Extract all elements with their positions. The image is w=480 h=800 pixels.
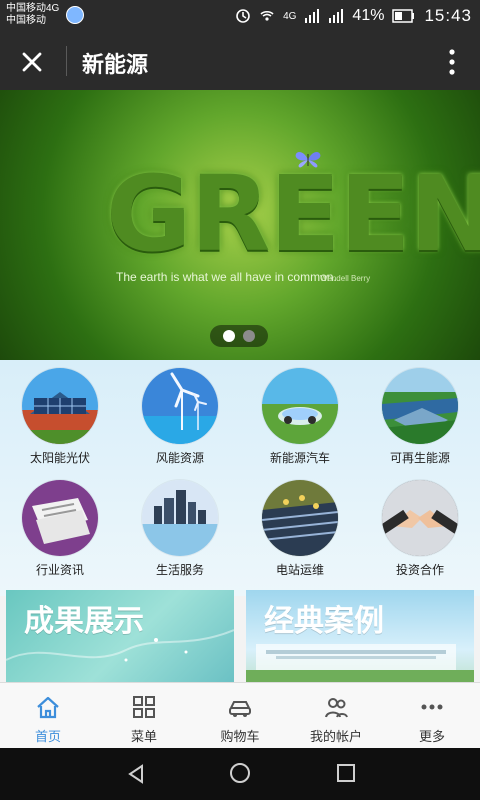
tab-more[interactable]: 更多 bbox=[384, 683, 480, 749]
tab-label: 首页 bbox=[34, 729, 61, 744]
header-divider bbox=[66, 46, 67, 76]
butterfly-icon bbox=[295, 152, 321, 168]
ev-car-icon bbox=[262, 368, 338, 444]
close-icon[interactable] bbox=[18, 48, 46, 76]
category-news[interactable]: 行业资讯 bbox=[0, 472, 120, 580]
bottom-tab-bar: 首页 菜单 购物车 我的帐户 更多 bbox=[0, 682, 480, 749]
tab-menu[interactable]: 菜单 bbox=[96, 683, 192, 749]
renewable-field-icon bbox=[382, 368, 458, 444]
banner-headline: GREEN bbox=[106, 153, 480, 275]
network-4g-label: 4G bbox=[283, 10, 297, 22]
category-ev[interactable]: 新能源汽车 bbox=[240, 360, 360, 468]
tab-label: 购物车 bbox=[220, 729, 260, 744]
city-icon bbox=[142, 480, 218, 556]
grid-menu-icon bbox=[133, 696, 155, 718]
handshake-icon bbox=[382, 480, 458, 556]
category-solar[interactable]: 太阳能光伏 bbox=[0, 360, 120, 468]
carousel-indicator[interactable] bbox=[210, 325, 268, 347]
promo-pattern-icon bbox=[6, 629, 234, 662]
category-label: 可再生能源 bbox=[389, 451, 450, 465]
category-station-ops[interactable]: 电站运维 bbox=[240, 472, 360, 580]
category-wind[interactable]: 风能资源 bbox=[120, 360, 240, 468]
banner-author: Wendell Berry bbox=[320, 274, 371, 283]
category-investment[interactable]: 投资合作 bbox=[360, 472, 480, 580]
category-label: 行业资讯 bbox=[35, 563, 84, 577]
wifi-icon bbox=[260, 10, 274, 21]
newspaper-icon bbox=[22, 480, 98, 556]
status-bar: 中国移动4G 中国移动 4G 41% 15:43 bbox=[0, 0, 480, 32]
category-life-services[interactable]: 生活服务 bbox=[120, 472, 240, 580]
banner-quote: The earth is what we all have in common. bbox=[116, 270, 337, 284]
tab-cart[interactable]: 购物车 bbox=[192, 683, 288, 749]
tab-home[interactable]: 首页 bbox=[0, 683, 96, 749]
category-label: 太阳能光伏 bbox=[29, 451, 90, 465]
overflow-menu-icon[interactable] bbox=[448, 48, 456, 76]
category-label: 电站运维 bbox=[275, 563, 324, 577]
battery-percent: 41% bbox=[352, 7, 385, 24]
back-icon[interactable] bbox=[124, 762, 148, 786]
solar-panel-icon bbox=[22, 368, 98, 444]
hero-banner[interactable]: GREEN The earth is what we all have in c… bbox=[0, 90, 480, 360]
tab-label: 我的帐户 bbox=[309, 729, 362, 744]
page-title: 新能源 bbox=[82, 52, 149, 77]
carrier-info: 中国移动4G 中国移动 bbox=[6, 3, 59, 27]
users-icon bbox=[325, 698, 348, 718]
clock: 15:43 bbox=[424, 6, 472, 25]
carousel-dot-1[interactable] bbox=[223, 330, 235, 342]
category-renewable[interactable]: 可再生能源 bbox=[360, 360, 480, 468]
solar-farm-icon bbox=[262, 480, 338, 556]
category-label: 新能源汽车 bbox=[269, 451, 330, 465]
promo-achievements[interactable]: 成果展示 bbox=[6, 590, 234, 682]
category-grid: 太阳能光伏 风能资源 新能源汽车 可再生能源 行业资讯 生活服务 电站运维 投资… bbox=[0, 360, 480, 596]
category-label: 投资合作 bbox=[395, 563, 444, 577]
home-icon bbox=[37, 696, 59, 719]
carousel-dot-2[interactable] bbox=[243, 330, 255, 342]
building-icon bbox=[246, 644, 474, 682]
tab-label: 更多 bbox=[418, 729, 445, 744]
carrier-1: 中国移动4G bbox=[6, 3, 60, 14]
carrier-2: 中国移动 bbox=[6, 15, 46, 26]
category-label: 风能资源 bbox=[155, 451, 204, 465]
more-dots-icon bbox=[421, 704, 443, 710]
app-badge-icon bbox=[66, 6, 84, 24]
alarm-icon bbox=[236, 9, 250, 23]
category-label: 生活服务 bbox=[155, 563, 204, 577]
wind-turbine-icon bbox=[142, 368, 218, 444]
tab-account[interactable]: 我的帐户 bbox=[288, 683, 384, 749]
signal-1-icon bbox=[305, 9, 320, 23]
signal-2-icon bbox=[329, 9, 344, 23]
car-icon bbox=[229, 701, 251, 717]
battery-icon bbox=[392, 9, 415, 23]
status-right: 4G 41% 15:43 bbox=[235, 6, 472, 26]
promo-cases[interactable]: 经典案例 bbox=[246, 590, 474, 682]
app-header: 新能源 bbox=[0, 32, 480, 90]
tab-label: 菜单 bbox=[130, 729, 157, 744]
system-nav-bar bbox=[0, 748, 480, 800]
recent-apps-icon[interactable] bbox=[335, 762, 357, 784]
home-circle-icon[interactable] bbox=[228, 761, 252, 785]
